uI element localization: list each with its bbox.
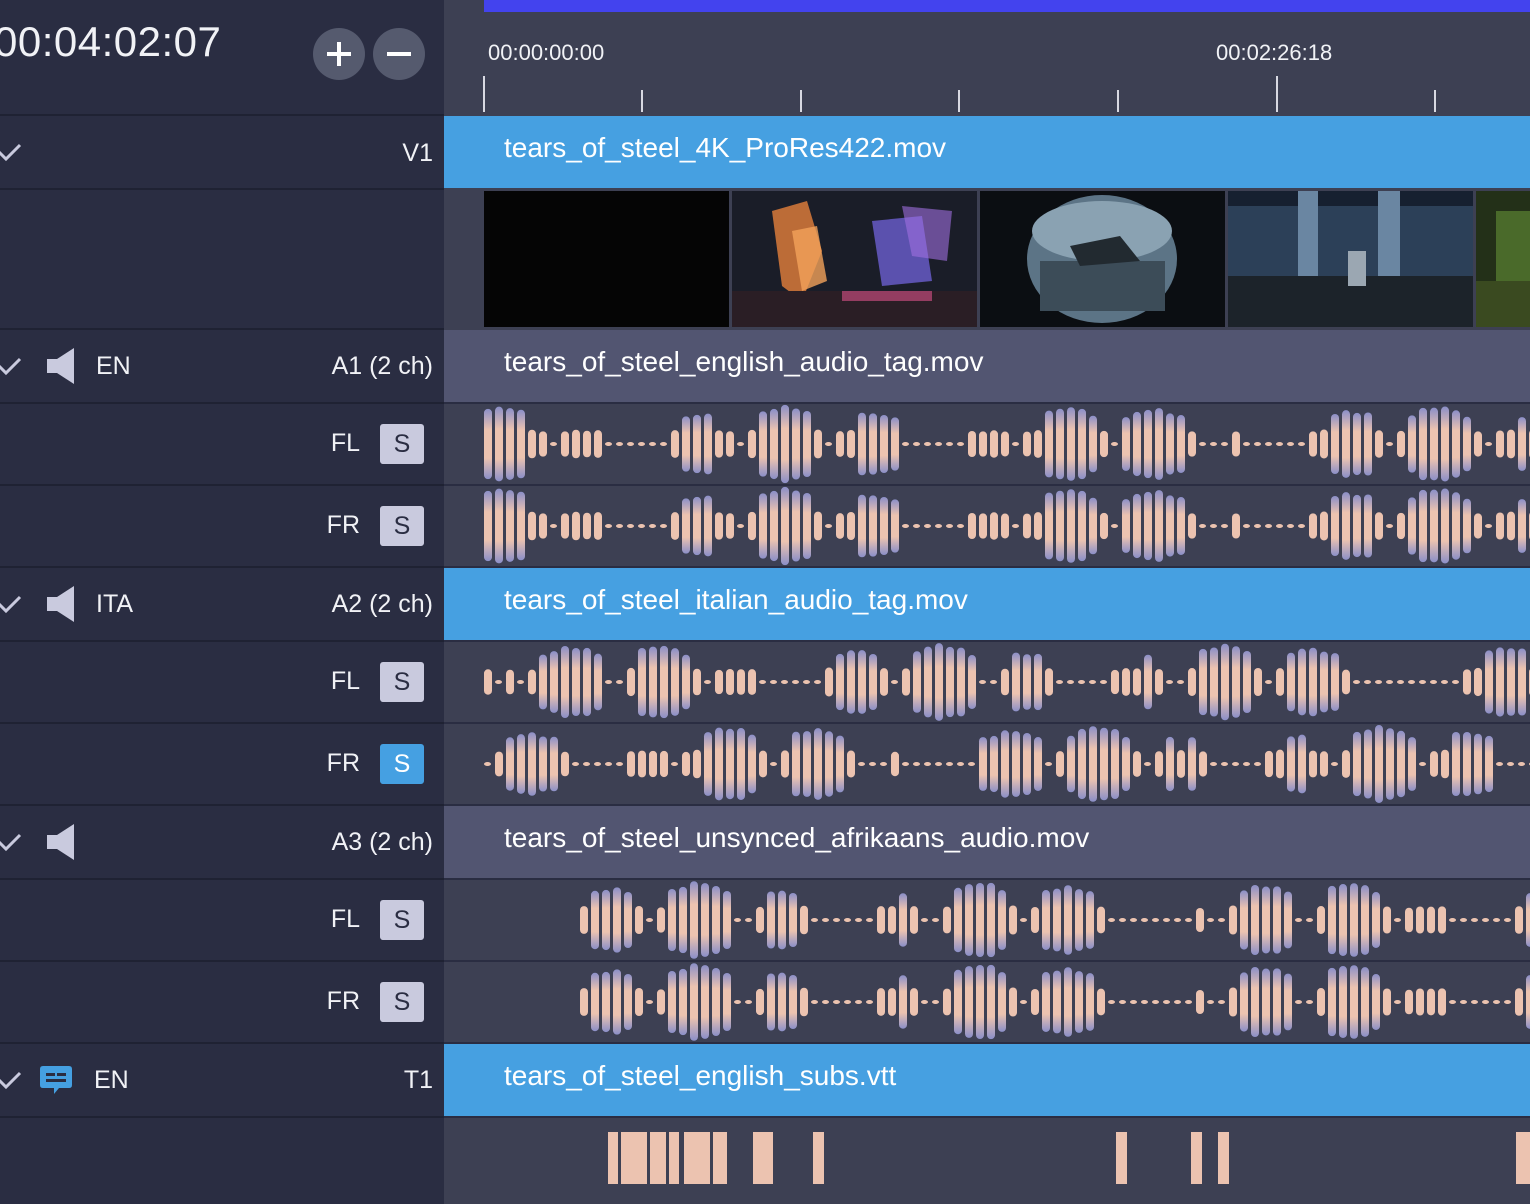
subtitle-cue[interactable] [1218, 1132, 1229, 1184]
subtitle-cue[interactable] [669, 1132, 679, 1184]
ruler-tick [641, 90, 643, 112]
clip-name-t1: tears_of_steel_english_subs.vtt [504, 1060, 897, 1091]
track-language-a2: ITA [96, 590, 134, 618]
ruler-label-start: 00:00:00:00 [488, 40, 605, 65]
subtitle-cue[interactable] [753, 1132, 773, 1184]
subtitle-cue[interactable] [684, 1132, 710, 1184]
track-id-t1: T1 [403, 1066, 433, 1094]
track-language-t1: EN [94, 1066, 129, 1094]
check-icon[interactable] [0, 594, 22, 614]
zoom-in-button[interactable] [313, 28, 365, 80]
track-id-a3: A3 (2 ch) [331, 828, 433, 856]
solo-button-a1-fl[interactable]: S [380, 424, 424, 464]
channel-label-a2-fr: FR [326, 749, 360, 777]
subtitle-icon[interactable] [38, 1064, 74, 1096]
channel-label-a3-fr: FR [326, 987, 360, 1015]
track-id-a2: A2 (2 ch) [331, 590, 433, 618]
solo-button-a2-fr[interactable]: S [380, 744, 424, 784]
row-divider [0, 804, 444, 806]
ruler-tick [958, 90, 960, 112]
video-thumbnail [1228, 191, 1473, 327]
speaker-icon[interactable] [46, 584, 76, 624]
waveform-a2-fl [444, 642, 1530, 722]
waveform-a3-fl [444, 880, 1530, 960]
solo-button-a2-fl[interactable]: S [380, 662, 424, 702]
check-icon[interactable] [0, 142, 22, 162]
waveform-a3-fr [444, 962, 1530, 1042]
solo-button-a3-fl[interactable]: S [380, 900, 424, 940]
track-id-v1: V1 [402, 139, 433, 167]
speaker-icon[interactable] [46, 346, 76, 386]
channel-label-a1-fl: FL [330, 429, 360, 457]
channel-label-a3-fl: FL [330, 905, 360, 933]
subtitle-cue[interactable] [650, 1132, 666, 1184]
row-divider [0, 960, 444, 962]
waveform-a1-fl [444, 404, 1530, 484]
clip-name-a3: tears_of_steel_unsynced_afrikaans_audio.… [504, 822, 1090, 853]
ruler-tick [1117, 90, 1119, 112]
check-icon[interactable] [0, 1070, 22, 1090]
plus-icon [327, 42, 351, 66]
row-divider [0, 114, 444, 116]
row-divider [0, 640, 444, 642]
check-icon[interactable] [0, 356, 22, 376]
subtitle-cue[interactable] [1116, 1132, 1127, 1184]
subtitle-cue[interactable] [813, 1132, 824, 1184]
row-divider [0, 484, 444, 486]
ruler-label-mid: 00:02:26:18 [1216, 40, 1333, 65]
clip-name-v1: tears_of_steel_4K_ProRes422.mov [504, 132, 947, 163]
subtitle-cue[interactable] [713, 1132, 727, 1184]
subtitle-cue[interactable] [1516, 1132, 1530, 1184]
track-language-a1: EN [96, 352, 131, 380]
video-thumbnail [980, 191, 1225, 327]
video-thumbnail [484, 191, 729, 327]
row-divider [0, 1116, 444, 1118]
clip-name-a1: tears_of_steel_english_audio_tag.mov [504, 346, 984, 377]
ruler-tick-major [483, 76, 485, 112]
channel-label-a1-fr: FR [326, 511, 360, 539]
zoom-out-button[interactable] [373, 28, 425, 80]
subtitle-cue[interactable] [621, 1132, 647, 1184]
ruler-tick-major [1276, 76, 1278, 112]
video-thumbnail [1476, 191, 1530, 327]
row-divider [0, 566, 444, 568]
ruler-tick [1434, 90, 1436, 112]
solo-button-a1-fr[interactable]: S [380, 506, 424, 546]
solo-button-a3-fr[interactable]: S [380, 982, 424, 1022]
clip-name-a2: tears_of_steel_italian_audio_tag.mov [504, 584, 968, 615]
row-divider [0, 878, 444, 880]
row-divider [0, 402, 444, 404]
waveform-a1-fr [444, 486, 1530, 566]
row-divider [0, 1042, 444, 1044]
current-timecode: 00:04:02:07 [0, 18, 222, 65]
waveform-a2-fr [444, 724, 1530, 804]
timeline-range-bar[interactable] [484, 0, 1530, 12]
channel-label-a2-fl: FL [330, 667, 360, 695]
video-thumbnail [732, 191, 977, 327]
row-divider [444, 1116, 1530, 1118]
row-divider [0, 722, 444, 724]
row-divider [0, 188, 444, 190]
minus-icon [387, 52, 411, 56]
ruler-tick [800, 90, 802, 112]
track-id-a1: A1 (2 ch) [331, 352, 433, 380]
check-icon[interactable] [0, 832, 22, 852]
subtitle-cue[interactable] [1191, 1132, 1202, 1184]
row-divider [0, 328, 444, 330]
speaker-icon[interactable] [46, 822, 76, 862]
subtitle-cue[interactable] [608, 1132, 618, 1184]
